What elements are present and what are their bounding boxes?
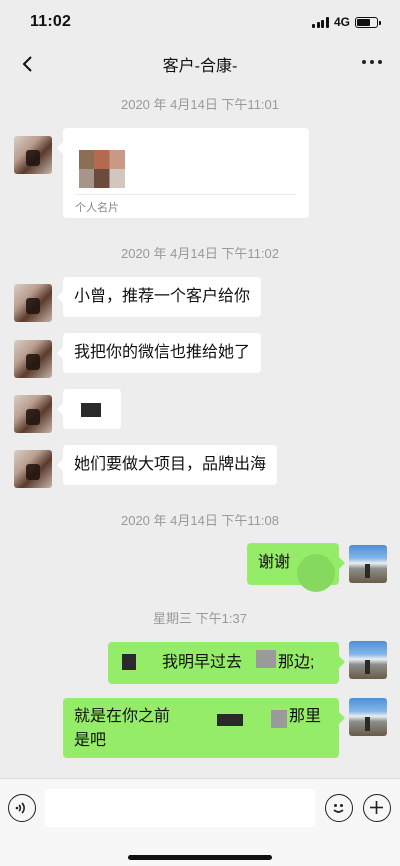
card-thumbnail	[79, 150, 125, 188]
chevron-left-icon	[22, 56, 32, 72]
battery-fill	[357, 18, 371, 26]
message-bubble-sent[interactable]: 就是在你之前 那里 是吧	[63, 698, 345, 758]
chat-title: 客户-合康-	[162, 58, 238, 75]
contact-avatar[interactable]	[14, 340, 52, 378]
voice-button[interactable]	[8, 794, 36, 822]
redacted-mask	[256, 650, 276, 668]
back-button[interactable]	[14, 50, 42, 78]
nav-bar: 客户-合康-	[0, 44, 400, 84]
redacted-mask	[271, 710, 287, 728]
input-bar	[0, 778, 400, 866]
contact-avatar[interactable]	[14, 136, 52, 174]
home-indicator	[128, 855, 272, 860]
message-bubble[interactable]	[57, 389, 121, 429]
timestamp: 2020 年 4月14日 下午11:08	[120, 513, 279, 528]
voice-icon	[15, 802, 25, 814]
timestamp: 星期三 下午1:37	[153, 611, 247, 626]
status-bar: 11:02 4G	[0, 0, 400, 44]
redacted-mask	[122, 654, 136, 670]
message-text: 那边;	[278, 654, 315, 671]
message-text: 是吧	[74, 732, 107, 749]
chat-area[interactable]: 2020 年 4月14日 下午11:01 个人名片 2020 年 4月14日 下…	[0, 84, 400, 778]
my-avatar[interactable]	[349, 545, 387, 583]
message-input[interactable]	[45, 789, 315, 827]
contact-avatar[interactable]	[14, 395, 52, 433]
plus-button[interactable]	[363, 794, 391, 822]
redacted-mask	[81, 403, 101, 417]
plus-icon	[370, 801, 383, 814]
emoji-icon	[333, 804, 344, 813]
status-indicators: 4G	[312, 15, 381, 29]
status-time: 11:02	[30, 13, 72, 30]
redacted-mask	[297, 554, 335, 592]
message-text: 就是在你之前	[74, 708, 171, 725]
more-dots-icon	[362, 60, 366, 64]
more-button[interactable]	[362, 60, 382, 64]
contact-card-message[interactable]: 个人名片	[57, 128, 309, 218]
contact-avatar[interactable]	[14, 284, 52, 322]
battery-icon	[355, 16, 381, 28]
card-divider	[75, 194, 297, 195]
message-bubble[interactable]: 她们要做大项目，品牌出海	[56, 445, 278, 485]
network-type: 4G	[333, 15, 350, 29]
redacted-mask	[217, 714, 243, 726]
message-bubble[interactable]: 小曾，推荐一个客户给你	[56, 277, 262, 317]
message-bubble[interactable]: 我把你的微信也推给她了	[56, 333, 262, 373]
message-bubble-sent[interactable]: 我明早过去 那边;	[108, 642, 345, 684]
timestamp: 2020 年 4月14日 下午11:01	[120, 97, 279, 112]
message-text: 我明早过去	[162, 654, 243, 671]
contact-avatar[interactable]	[14, 450, 52, 488]
message-text: 那里	[289, 708, 322, 725]
timestamp: 2020 年 4月14日 下午11:02	[120, 246, 279, 261]
my-avatar[interactable]	[349, 641, 387, 679]
message-text: 谢谢	[258, 554, 291, 571]
signal-icon	[312, 16, 329, 28]
my-avatar[interactable]	[349, 698, 387, 736]
card-label: 个人名片	[75, 202, 119, 214]
emoji-button[interactable]	[325, 794, 353, 822]
